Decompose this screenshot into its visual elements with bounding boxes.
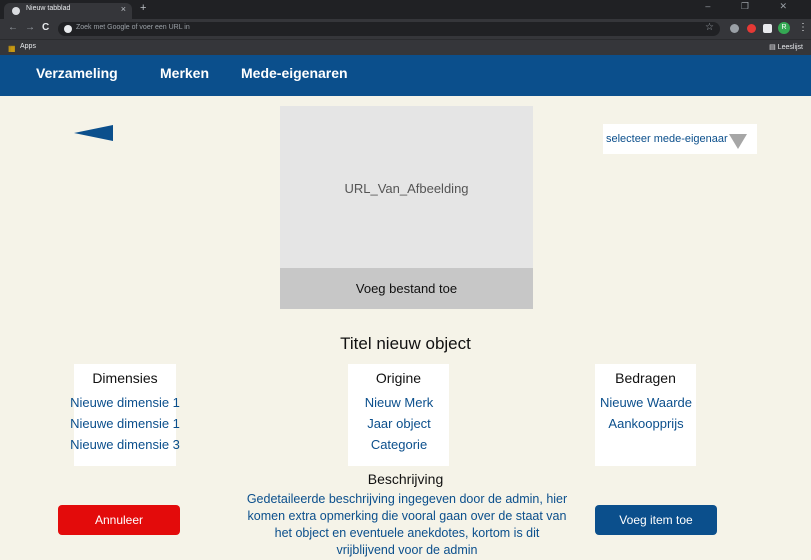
reading-list-button[interactable]: ▤ Leeslijst xyxy=(769,43,803,51)
origin-item[interactable]: Jaar object xyxy=(324,416,474,431)
forward-icon[interactable]: → xyxy=(25,22,35,33)
amounts-heading: Bedragen xyxy=(615,370,676,386)
new-tab-button[interactable]: + xyxy=(140,2,146,14)
add-file-button[interactable]: Voeg bestand toe xyxy=(280,268,533,309)
back-icon[interactable]: ← xyxy=(8,22,18,33)
description-text[interactable]: Gedetaileerde beschrijving ingegeven doo… xyxy=(245,491,569,559)
amount-item[interactable]: Aankoopprijs xyxy=(571,416,721,431)
description-heading: Beschrijving xyxy=(367,471,444,487)
amount-item[interactable]: Nieuwe Waarde xyxy=(571,395,721,410)
record-extension-icon[interactable] xyxy=(747,24,756,33)
apps-link[interactable]: Apps xyxy=(20,43,36,50)
reading-list-label: Leeslijst xyxy=(777,44,803,51)
app-navbar: Verzameling Merken Mede-eigenaren xyxy=(0,55,811,96)
dimensions-heading: Dimensies xyxy=(92,370,158,386)
dimension-item[interactable]: Nieuwe dimensie 1 xyxy=(50,395,200,410)
nav-mede-eigenaren[interactable]: Mede-eigenaren xyxy=(241,65,348,81)
close-icon[interactable]: × xyxy=(121,4,126,14)
chrome-icon xyxy=(12,7,20,15)
origin-item[interactable]: Nieuw Merk xyxy=(324,395,474,410)
cancel-button[interactable]: Annuleer xyxy=(58,505,180,535)
browser-tab[interactable]: Nieuw tabblad × xyxy=(4,3,132,19)
co-owner-select-label: selecteer mede-eigenaar xyxy=(606,133,728,145)
puzzle-extension-icon[interactable] xyxy=(763,24,772,33)
back-arrow-icon[interactable] xyxy=(74,125,113,141)
reload-icon[interactable]: C xyxy=(42,22,49,33)
google-icon xyxy=(64,25,72,33)
address-placeholder: Zoek met Google of voer een URL in xyxy=(76,24,190,31)
shield-extension-icon[interactable] xyxy=(730,24,739,33)
origin-heading: Origine xyxy=(375,370,422,386)
window-controls[interactable]: – ❐ ✕ xyxy=(705,1,801,12)
address-bar[interactable]: Zoek met Google of voer een URL in ☆ xyxy=(58,22,720,36)
bookmark-star-icon[interactable]: ☆ xyxy=(705,22,714,33)
origin-item[interactable]: Categorie xyxy=(324,437,474,452)
dimension-item[interactable]: Nieuwe dimensie 1 xyxy=(50,416,200,431)
browser-toolbar: ← → C Zoek met Google of voer een URL in… xyxy=(0,19,811,39)
co-owner-select[interactable]: selecteer mede-eigenaar xyxy=(603,124,757,154)
dimension-item[interactable]: Nieuwe dimensie 3 xyxy=(50,437,200,452)
menu-icon[interactable]: ⋮ xyxy=(798,22,808,33)
bookmarks-bar: ▦ Apps ▤ Leeslijst xyxy=(0,39,811,56)
browser-tabstrip: Nieuw tabblad × + – ❐ ✕ xyxy=(0,0,811,19)
chevron-down-icon xyxy=(729,134,747,149)
tab-title: Nieuw tabblad xyxy=(26,5,71,12)
add-item-button[interactable]: Voeg item toe xyxy=(595,505,717,535)
nav-verzameling[interactable]: Verzameling xyxy=(36,65,118,81)
object-title: Titel nieuw object xyxy=(340,334,471,353)
nav-merken[interactable]: Merken xyxy=(160,65,209,81)
apps-grid-icon[interactable]: ▦ xyxy=(8,44,16,53)
image-url-placeholder: URL_Van_Afbeelding xyxy=(344,181,469,196)
image-preview: URL_Van_Afbeelding xyxy=(280,106,533,268)
profile-avatar[interactable]: R xyxy=(778,22,790,34)
